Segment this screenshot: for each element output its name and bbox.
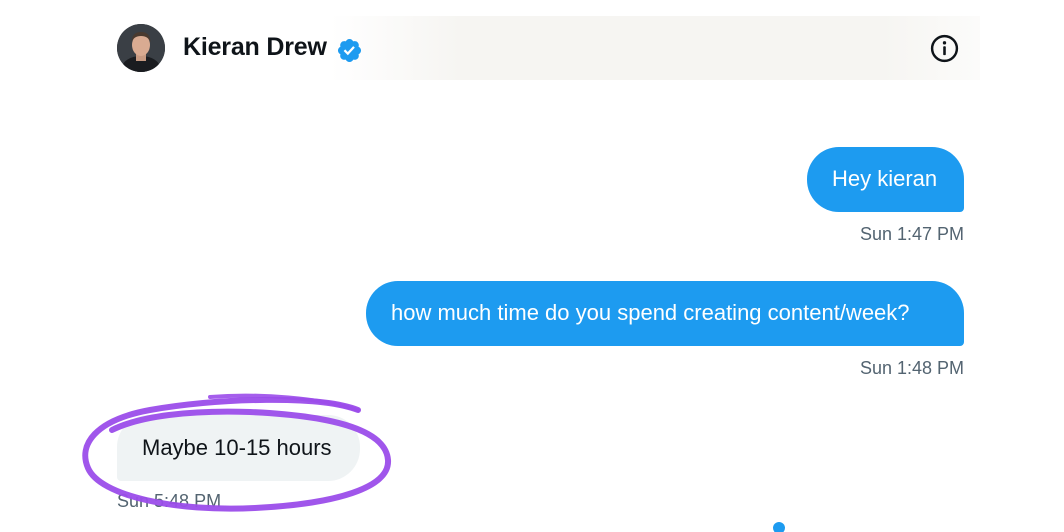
verified-badge-icon: [337, 38, 362, 63]
message-timestamp: Sun 1:48 PM: [859, 358, 964, 378]
profile-photo: [117, 24, 165, 72]
message-timestamp: Sun 5:48 PM: [117, 491, 222, 511]
message-bubble[interactable]: how much time do you spend creating cont…: [366, 281, 964, 346]
conversation-header: [330, 16, 980, 80]
message-bubble[interactable]: Maybe 10-15 hours: [117, 415, 360, 481]
info-icon[interactable]: [929, 33, 960, 64]
message-timestamp: Sun 1:47 PM: [859, 224, 964, 244]
new-message-indicator[interactable]: [773, 522, 785, 532]
message-bubble[interactable]: Hey kieran: [807, 147, 964, 212]
contact-name[interactable]: Kieran Drew: [183, 33, 327, 62]
dm-conversation: Kieran Drew Hey kieran Sun 1:47 PM how m…: [0, 0, 1064, 532]
avatar[interactable]: [117, 24, 165, 72]
